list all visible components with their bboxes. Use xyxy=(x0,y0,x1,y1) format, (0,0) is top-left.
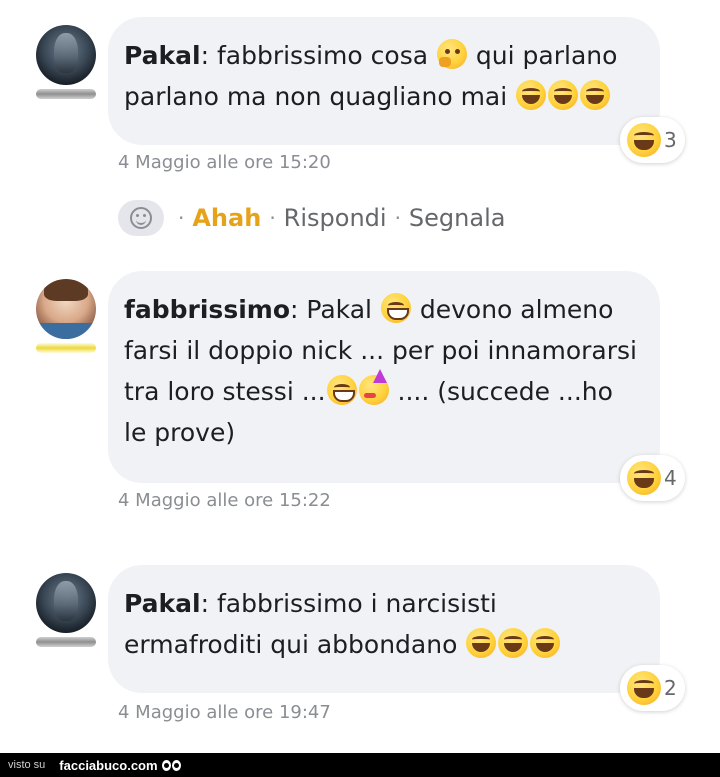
laughing-face-icon xyxy=(548,80,579,110)
user-badge xyxy=(36,637,96,647)
author-separator: : xyxy=(200,41,210,70)
author-separator: : xyxy=(200,589,210,618)
comment-actions: · Ahah · Rispondi · Segnala xyxy=(118,200,505,236)
eye-icon xyxy=(171,759,181,771)
reaction-count: 3 xyxy=(664,128,677,152)
eyes-logo-icon xyxy=(161,759,181,771)
comment-bubble: fabbrissimo: Pakal devono almeno farsi i… xyxy=(108,271,660,483)
thinking-face-icon xyxy=(436,39,467,69)
reaction-summary[interactable]: 2 xyxy=(620,665,685,711)
comment-author[interactable]: fabbrissimo xyxy=(124,295,290,324)
watermark-footer: visto su facciabuco.com xyxy=(0,753,720,777)
grinning-face-icon xyxy=(380,293,411,323)
commenter-avatar-wrap xyxy=(36,25,96,99)
laughing-face-icon xyxy=(580,80,611,110)
smiley-icon xyxy=(130,207,152,229)
comment-author[interactable]: Pakal xyxy=(124,41,201,70)
reaction-summary[interactable]: 4 xyxy=(620,455,685,501)
action-separator: · xyxy=(394,206,401,230)
commenter-avatar-wrap xyxy=(36,279,96,353)
comment-bubble: Pakal: fabbrissimo i narcisisti ermafrod… xyxy=(108,565,660,693)
watermark-brand[interactable]: facciabuco.com xyxy=(59,758,157,773)
reaction-button[interactable]: Ahah xyxy=(192,204,261,232)
add-reaction-button[interactable] xyxy=(118,200,164,236)
comment-text: Pakal xyxy=(298,295,380,324)
reaction-count: 2 xyxy=(664,676,677,700)
report-button[interactable]: Segnala xyxy=(409,204,506,232)
avatar[interactable] xyxy=(36,573,96,633)
action-separator: · xyxy=(178,206,185,230)
avatar[interactable] xyxy=(36,25,96,85)
comment-bubble: Pakal: fabbrissimo cosa qui parlano parl… xyxy=(108,17,660,145)
reply-button[interactable]: Rispondi xyxy=(284,204,387,232)
partying-face-icon xyxy=(358,369,389,405)
laughing-face-icon xyxy=(466,628,497,658)
laughing-face-icon xyxy=(627,671,661,705)
laughing-face-icon xyxy=(627,123,661,157)
grinning-face-icon xyxy=(326,375,357,405)
reaction-count: 4 xyxy=(664,466,677,490)
laughing-face-icon xyxy=(516,80,547,110)
laughing-face-icon xyxy=(498,628,529,658)
comment-timestamp[interactable]: 4 Maggio alle ore 15:20 xyxy=(118,152,331,173)
laughing-face-icon xyxy=(627,461,661,495)
reaction-summary[interactable]: 3 xyxy=(620,117,685,163)
eye-icon xyxy=(161,759,171,771)
commenter-avatar-wrap xyxy=(36,573,96,647)
comment-author[interactable]: Pakal xyxy=(124,589,201,618)
user-badge xyxy=(36,89,96,99)
comment-text: fabbrissimo cosa xyxy=(209,41,436,70)
comment-timestamp[interactable]: 4 Maggio alle ore 19:47 xyxy=(118,702,331,723)
avatar[interactable] xyxy=(36,279,96,339)
comment-timestamp[interactable]: 4 Maggio alle ore 15:22 xyxy=(118,490,331,511)
watermark-prefix: visto su xyxy=(8,759,46,771)
laughing-face-icon xyxy=(530,628,561,658)
user-badge xyxy=(36,343,96,353)
action-separator: · xyxy=(269,206,276,230)
